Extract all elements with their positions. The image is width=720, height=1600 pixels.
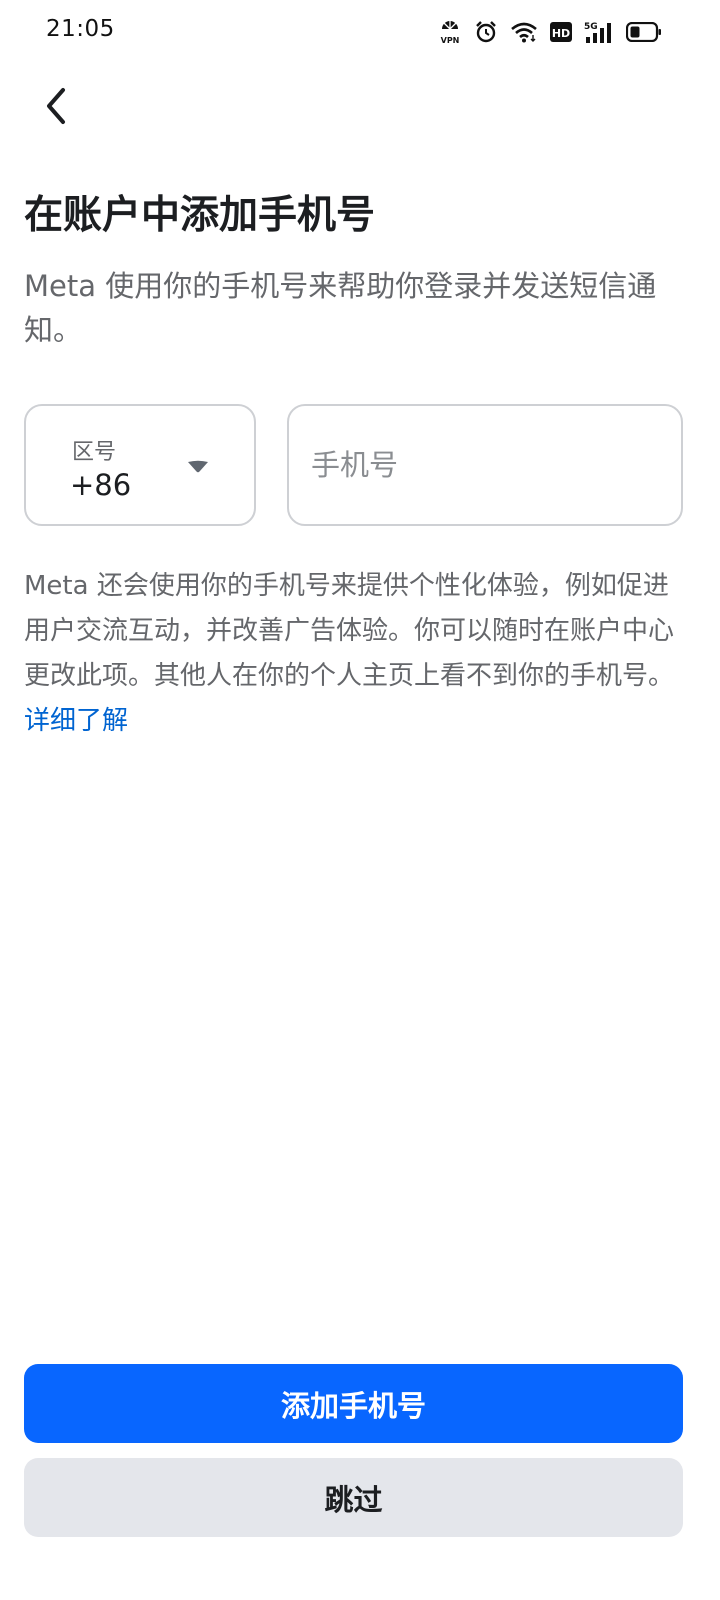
- caret-down-icon: [188, 460, 208, 473]
- country-code-value: +86: [70, 468, 132, 502]
- country-code-selector[interactable]: 区号 +86: [24, 404, 256, 526]
- battery-icon: [626, 22, 661, 42]
- status-icons: VPN HD 5G: [438, 18, 662, 46]
- country-code-label: 区号: [72, 440, 117, 465]
- add-phone-screen: 21:05 VPN HD 5G 在账户中添加手机号 Meta 使用你的手机号来帮…: [0, 0, 720, 1600]
- status-time: 21:05: [46, 16, 115, 42]
- chevron-left-icon: [47, 88, 65, 124]
- page-subtitle: Meta 使用你的手机号来帮助你登录并发送短信通知。: [24, 269, 657, 347]
- signal-5g-icon: 5G: [584, 22, 611, 43]
- add-phone-button[interactable]: 添加手机号: [24, 1364, 683, 1443]
- svg-text:5G: 5G: [584, 22, 598, 32]
- page-title: 在账户中添加手机号: [24, 193, 376, 238]
- skip-button[interactable]: 跳过: [24, 1458, 683, 1537]
- learn-more-link[interactable]: 详细了解: [24, 706, 128, 736]
- status-bar: 21:05 VPN HD 5G: [0, 0, 720, 64]
- info-text: Meta 还会使用你的手机号来提供个性化体验，例如促进用户交流互动，并改善广告体…: [24, 564, 688, 744]
- svg-text:HD: HD: [552, 27, 570, 40]
- info-text-body: Meta 还会使用你的手机号来提供个性化体验，例如促进用户交流互动，并改善广告体…: [24, 571, 675, 691]
- back-button[interactable]: [30, 80, 82, 132]
- hd-icon: HD: [550, 22, 572, 42]
- alarm-icon: [476, 21, 496, 43]
- phone-number-input[interactable]: [287, 404, 683, 526]
- vpn-icon: VPN: [441, 21, 460, 45]
- wifi-icon: [511, 22, 537, 43]
- svg-text:VPN: VPN: [441, 36, 460, 45]
